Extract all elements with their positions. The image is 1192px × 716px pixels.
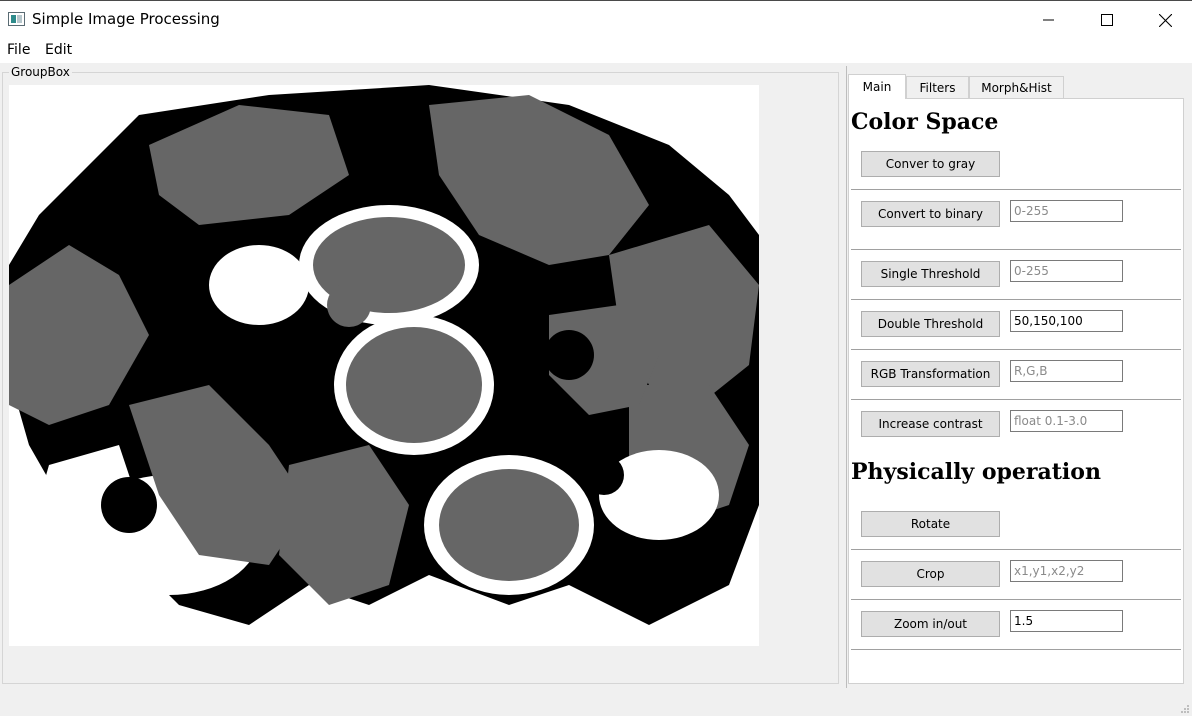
menu-bar: File Edit xyxy=(0,38,1192,63)
divider xyxy=(851,549,1181,550)
divider xyxy=(851,349,1181,350)
zoom-button[interactable]: Zoom in/out xyxy=(861,611,1000,637)
physical-operation-heading: Physically operation xyxy=(851,459,1101,485)
divider xyxy=(851,189,1181,190)
image-display xyxy=(9,85,759,646)
minimize-icon xyxy=(1043,19,1054,21)
rgb-input[interactable] xyxy=(1010,360,1123,382)
crop-input[interactable] xyxy=(1010,560,1123,582)
divider xyxy=(851,299,1181,300)
size-grip-icon[interactable] xyxy=(1180,704,1190,714)
divider xyxy=(851,649,1181,650)
divider xyxy=(851,249,1181,250)
tab-filters[interactable]: Filters xyxy=(906,76,969,98)
divider xyxy=(851,599,1181,600)
minimize-button[interactable] xyxy=(1020,1,1078,39)
tab-main[interactable]: Main xyxy=(848,74,906,99)
menu-edit[interactable]: Edit xyxy=(45,42,72,58)
double-threshold-button[interactable]: Double Threshold xyxy=(861,311,1000,337)
rgb-transformation-button[interactable]: RGB Transformation xyxy=(861,361,1000,387)
tab-morph-hist[interactable]: Morph&Hist xyxy=(969,76,1064,98)
close-button[interactable] xyxy=(1136,1,1192,39)
divider xyxy=(851,399,1181,400)
thresholded-fruit-image xyxy=(9,85,759,646)
zoom-input[interactable] xyxy=(1010,610,1123,632)
title-bar: Simple Image Processing xyxy=(0,0,1192,38)
maximize-button[interactable] xyxy=(1078,1,1136,39)
splitter[interactable] xyxy=(846,66,847,688)
single-threshold-button[interactable]: Single Threshold xyxy=(861,261,1000,287)
maximize-icon xyxy=(1101,14,1113,26)
single-threshold-input[interactable] xyxy=(1010,260,1123,282)
app-icon xyxy=(8,12,25,26)
rotate-button[interactable]: Rotate xyxy=(861,511,1000,537)
window-title: Simple Image Processing xyxy=(32,10,220,28)
convert-to-binary-button[interactable]: Convert to binary xyxy=(861,201,1000,227)
main-tab-panel: Color Space Conver to gray Convert to bi… xyxy=(848,98,1184,684)
close-icon xyxy=(1158,13,1172,27)
contrast-input[interactable] xyxy=(1010,410,1123,432)
color-space-heading: Color Space xyxy=(851,109,999,135)
double-threshold-input[interactable] xyxy=(1010,310,1123,332)
groupbox-title: GroupBox xyxy=(9,65,72,79)
crop-button[interactable]: Crop xyxy=(861,561,1000,587)
binary-threshold-input[interactable] xyxy=(1010,200,1123,222)
convert-to-gray-button[interactable]: Conver to gray xyxy=(861,151,1000,177)
increase-contrast-button[interactable]: Increase contrast xyxy=(861,411,1000,437)
menu-file[interactable]: File xyxy=(7,42,30,58)
image-groupbox: GroupBox xyxy=(2,65,839,684)
